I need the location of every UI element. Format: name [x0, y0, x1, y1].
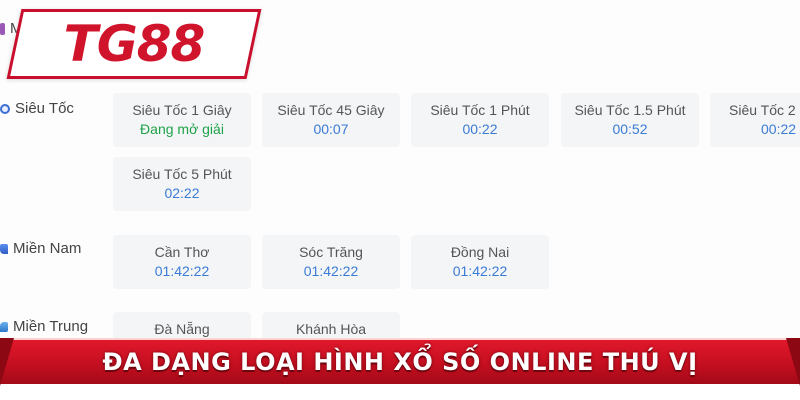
category-mien-trung-label: Miền Trung: [13, 318, 89, 335]
game-tile-sieu-toc-1-5-phut[interactable]: Siêu Tốc 1.5 Phút 00:52: [561, 93, 699, 147]
game-tile-sieu-toc-2[interactable]: Siêu Tốc 2 00:22: [710, 93, 800, 147]
game-tile-sieu-toc-1-phut[interactable]: Siêu Tốc 1 Phút 00:22: [411, 93, 549, 147]
game-tile-dong-nai[interactable]: Đồng Nai 01:42:22: [411, 235, 549, 289]
category-mien-trung[interactable]: Miền Trung: [0, 318, 88, 335]
game-countdown: 00:52: [612, 121, 648, 137]
lottery-page: Me Siêu Tốc Siêu Tốc 1 Giây Đang mở giải…: [0, 0, 800, 400]
game-name: Cần Thơ: [154, 244, 210, 260]
promo-banner: ĐA DẠNG LOẠI HÌNH XỔ SỐ ONLINE THÚ VỊ: [0, 338, 800, 400]
game-countdown: 00:22: [761, 121, 797, 137]
banner-footer-strip: [0, 386, 800, 400]
game-countdown: 02:22: [164, 185, 200, 201]
game-name: Siêu Tốc 5 Phút: [132, 166, 232, 182]
clock-icon: [0, 103, 10, 114]
logo-text: TG88: [63, 15, 206, 73]
banner-title: ĐA DẠNG LOẠI HÌNH XỔ SỐ ONLINE THÚ VỊ: [102, 348, 698, 376]
game-name: Siêu Tốc 45 Giây: [277, 102, 385, 118]
game-countdown: 01:42:22: [303, 263, 359, 279]
game-name: Khánh Hòa: [295, 321, 367, 337]
game-tile-sieu-toc-5-phut[interactable]: Siêu Tốc 5 Phút 02:22: [113, 157, 251, 211]
game-tile-soc-trang[interactable]: Sóc Trăng 01:42:22: [262, 235, 400, 289]
game-countdown: 01:42:22: [154, 263, 210, 279]
category-mien-nam[interactable]: Miền Nam: [0, 240, 81, 257]
brand-logo[interactable]: TG88: [6, 9, 262, 79]
game-tile-can-tho[interactable]: Cần Thơ 01:42:22: [113, 235, 251, 289]
game-name: Sóc Trăng: [299, 244, 363, 260]
game-name: Siêu Tốc 2: [729, 102, 796, 118]
game-tile-sieu-toc-1-giay[interactable]: Siêu Tốc 1 Giây Đang mở giải: [113, 93, 251, 147]
game-countdown: 01:42:22: [452, 263, 508, 279]
game-name: Siêu Tốc 1 Phút: [430, 102, 530, 118]
game-name: Siêu Tốc 1.5 Phút: [574, 102, 686, 118]
game-name: Đồng Nai: [450, 244, 510, 260]
game-countdown: 00:07: [313, 121, 349, 137]
region-south-icon: [0, 243, 8, 254]
game-tile-sieu-toc-45-giay[interactable]: Siêu Tốc 45 Giây 00:07: [262, 93, 400, 147]
game-name: Siêu Tốc 1 Giây: [132, 102, 232, 118]
region-central-icon: [0, 321, 8, 332]
category-sieu-toc[interactable]: Siêu Tốc: [0, 100, 74, 117]
game-status-open: Đang mở giải: [140, 121, 224, 137]
game-countdown: 00:22: [462, 121, 498, 137]
category-mien-nam-label: Miền Nam: [13, 240, 82, 257]
game-name: Đà Nẵng: [154, 321, 210, 337]
mega-icon: [0, 22, 5, 35]
category-sieu-toc-label: Siêu Tốc: [15, 100, 74, 117]
